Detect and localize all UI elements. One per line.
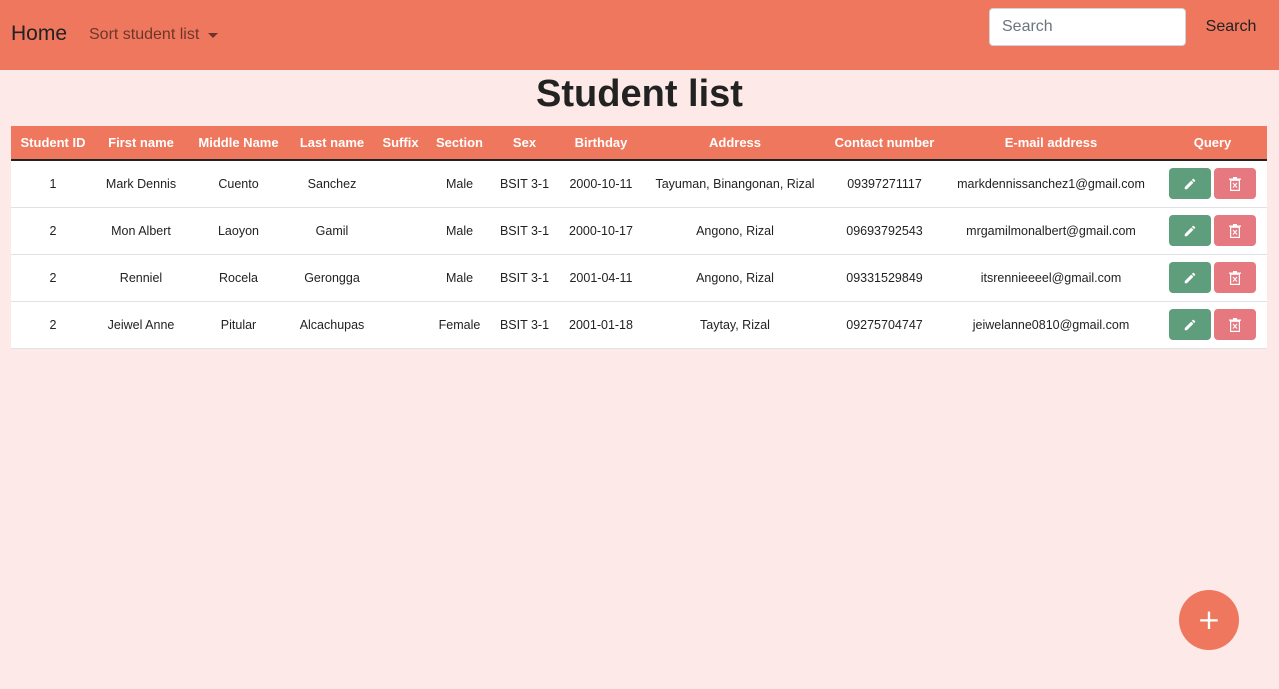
cell-middle-name: Laoyon [187,207,290,255]
cell-student-id: 2 [11,301,95,349]
cell-suffix [374,301,427,349]
header-contact-number: Contact number [825,126,944,161]
delete-button[interactable] [1214,215,1256,246]
cell-query [1158,207,1267,255]
page-title: Student list [536,73,743,115]
edit-button[interactable] [1169,168,1211,200]
sort-dropdown-label: Sort student list [89,26,200,43]
cell-sex: BSIT 3-1 [492,160,557,208]
trash-icon [1229,176,1241,191]
pencil-icon [1184,178,1196,189]
cell-email-address: mrgamilmonalbert@gmail.com [944,207,1158,255]
trash-icon [1229,270,1241,285]
delete-button[interactable] [1214,168,1256,200]
header-last-name: Last name [290,126,374,161]
cell-address: Tayuman, Binangonan, Rizal [645,160,825,208]
plus-icon: + [1197,603,1221,636]
header-address: Address [645,126,825,161]
add-student-button[interactable]: + [1179,590,1239,650]
header-sex: Sex [492,126,557,161]
pencil-icon [1184,225,1196,236]
edit-button[interactable] [1169,309,1211,340]
pencil-icon [1184,272,1196,283]
cell-email-address: itsrennieeeel@gmail.com [944,254,1158,302]
cell-sex: BSIT 3-1 [492,301,557,349]
cell-suffix [374,207,427,255]
cell-contact-number: 09331529849 [825,254,944,302]
table-row: 2 Mon Albert Laoyon Gamil Male BSIT 3-1 … [11,207,1267,255]
cell-suffix [374,254,427,302]
cell-first-name: Renniel [95,254,187,302]
search-input[interactable] [989,8,1186,46]
navbar: Home Sort student list Search [0,0,1279,70]
header-suffix: Suffix [374,126,427,161]
header-email-address: E-mail address [944,126,1158,161]
cell-birthday: 2001-04-11 [557,254,645,302]
trash-icon [1229,317,1241,332]
cell-contact-number: 09693792543 [825,207,944,255]
cell-contact-number: 09397271117 [825,160,944,208]
cell-first-name: Mon Albert [95,207,187,255]
cell-last-name: Gamil [290,207,374,255]
search-button[interactable]: Search [1196,8,1266,46]
cell-section: Male [427,254,492,302]
cell-middle-name: Pitular [187,301,290,349]
header-query: Query [1158,126,1267,161]
cell-student-id: 2 [11,254,95,302]
cell-birthday: 2000-10-17 [557,207,645,255]
cell-sex: BSIT 3-1 [492,207,557,255]
cell-middle-name: Rocela [187,254,290,302]
cell-section: Male [427,160,492,208]
header-birthday: Birthday [557,126,645,161]
student-table: Student ID First name Middle Name Last n… [11,126,1267,349]
cell-first-name: Jeiwel Anne [95,301,187,349]
cell-query [1158,160,1267,208]
cell-query [1158,254,1267,302]
header-student-id: Student ID [11,126,95,161]
cell-sex: BSIT 3-1 [492,254,557,302]
header-section: Section [427,126,492,161]
header-first-name: First name [95,126,187,161]
cell-address: Angono, Rizal [645,207,825,255]
header-middle-name: Middle Name [187,126,290,161]
delete-button[interactable] [1214,262,1256,293]
edit-button[interactable] [1169,215,1211,246]
cell-email-address: jeiwelanne0810@gmail.com [944,301,1158,349]
cell-section: Female [427,301,492,349]
trash-icon [1229,223,1241,238]
cell-student-id: 2 [11,207,95,255]
cell-email-address: markdennissanchez1@gmail.com [944,160,1158,208]
cell-query [1158,301,1267,349]
cell-last-name: Alcachupas [290,301,374,349]
cell-address: Taytay, Rizal [645,301,825,349]
cell-last-name: Gerongga [290,254,374,302]
cell-birthday: 2000-10-11 [557,160,645,208]
cell-student-id: 1 [11,160,95,208]
cell-birthday: 2001-01-18 [557,301,645,349]
caret-down-icon [208,33,219,38]
pencil-icon [1184,319,1196,330]
sort-student-list-dropdown[interactable]: Sort student list [89,26,219,44]
table-row: 1 Mark Dennis Cuento Sanchez Male BSIT 3… [11,160,1267,208]
edit-button[interactable] [1169,262,1211,293]
delete-button[interactable] [1214,309,1256,340]
cell-section: Male [427,207,492,255]
cell-middle-name: Cuento [187,160,290,208]
home-link[interactable]: Home [11,22,67,46]
cell-suffix [374,160,427,208]
cell-contact-number: 09275704747 [825,301,944,349]
table-header-row: Student ID First name Middle Name Last n… [11,126,1267,161]
cell-first-name: Mark Dennis [95,160,187,208]
cell-address: Angono, Rizal [645,254,825,302]
table-row: 2 Renniel Rocela Gerongga Male BSIT 3-1 … [11,254,1267,302]
cell-last-name: Sanchez [290,160,374,208]
table-row: 2 Jeiwel Anne Pitular Alcachupas Female … [11,301,1267,349]
